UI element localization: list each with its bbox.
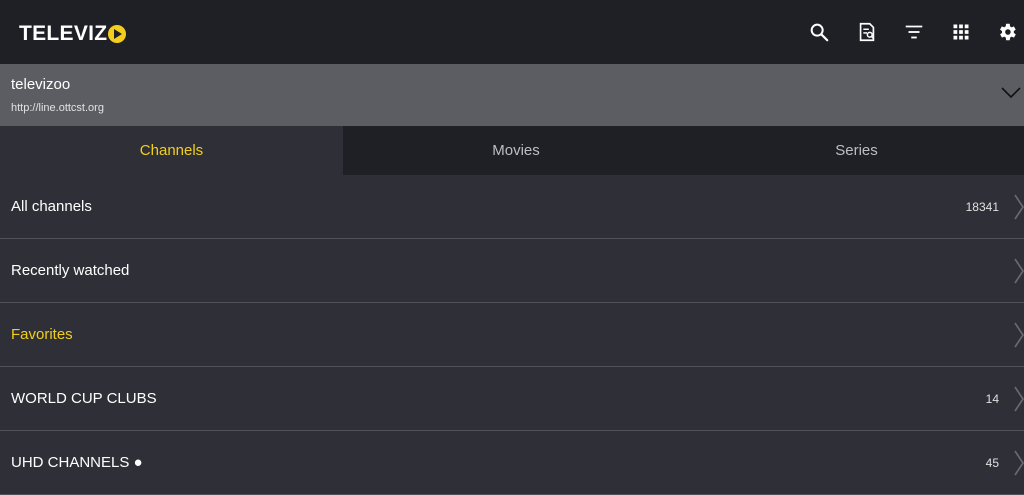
- group-label: UHD CHANNELS ●: [11, 454, 143, 471]
- chevron-right-icon: [1014, 450, 1024, 481]
- group-label: Recently watched: [11, 262, 130, 279]
- group-label: All channels: [11, 198, 92, 215]
- logo-play-icon: [108, 25, 127, 43]
- playlist-url: http://line.ottcst.org: [11, 102, 104, 114]
- settings-icon[interactable]: [995, 20, 1019, 44]
- group-count: 45: [985, 456, 999, 470]
- group-row-all-channels[interactable]: All channels 18341: [0, 175, 1024, 239]
- grid-icon[interactable]: [949, 20, 973, 44]
- group-row-recently-watched[interactable]: Recently watched: [0, 239, 1024, 303]
- channel-group-list: All channels 18341 Recently watched Favo…: [0, 175, 1024, 495]
- playlist-name: televizoo: [11, 76, 71, 93]
- group-row-world-cup-clubs[interactable]: WORLD CUP CLUBS 14: [0, 367, 1024, 431]
- tab-series[interactable]: Series: [689, 126, 1024, 175]
- content-tabs: Channels Movies Series: [0, 126, 1024, 175]
- playlist-selector[interactable]: televizoo http://line.ottcst.org: [0, 64, 1024, 126]
- tab-label: Movies: [492, 142, 540, 159]
- group-count: 14: [985, 392, 999, 406]
- chevron-right-icon: [1014, 258, 1024, 289]
- group-count: 18341: [965, 200, 999, 214]
- group-row-uhd-channels[interactable]: UHD CHANNELS ● 45: [0, 431, 1024, 495]
- chevron-right-icon: [1014, 322, 1024, 353]
- group-label: WORLD CUP CLUBS: [11, 390, 157, 407]
- app-bar: TELEVIZ: [0, 0, 1024, 64]
- app-logo: TELEVIZ: [19, 22, 127, 46]
- search-icon[interactable]: [807, 20, 831, 44]
- chevron-down-icon[interactable]: [1001, 86, 1021, 105]
- group-label: Favorites: [11, 326, 73, 343]
- tab-movies[interactable]: Movies: [343, 126, 689, 175]
- epg-icon[interactable]: [855, 20, 879, 44]
- filter-icon[interactable]: [902, 20, 926, 44]
- tab-label: Series: [835, 142, 878, 159]
- group-row-favorites[interactable]: Favorites: [0, 303, 1024, 367]
- chevron-right-icon: [1014, 194, 1024, 225]
- chevron-right-icon: [1014, 386, 1024, 417]
- tab-channels[interactable]: Channels: [0, 126, 343, 175]
- tab-label: Channels: [139, 142, 204, 159]
- logo-text: TELEVIZ: [19, 22, 108, 45]
